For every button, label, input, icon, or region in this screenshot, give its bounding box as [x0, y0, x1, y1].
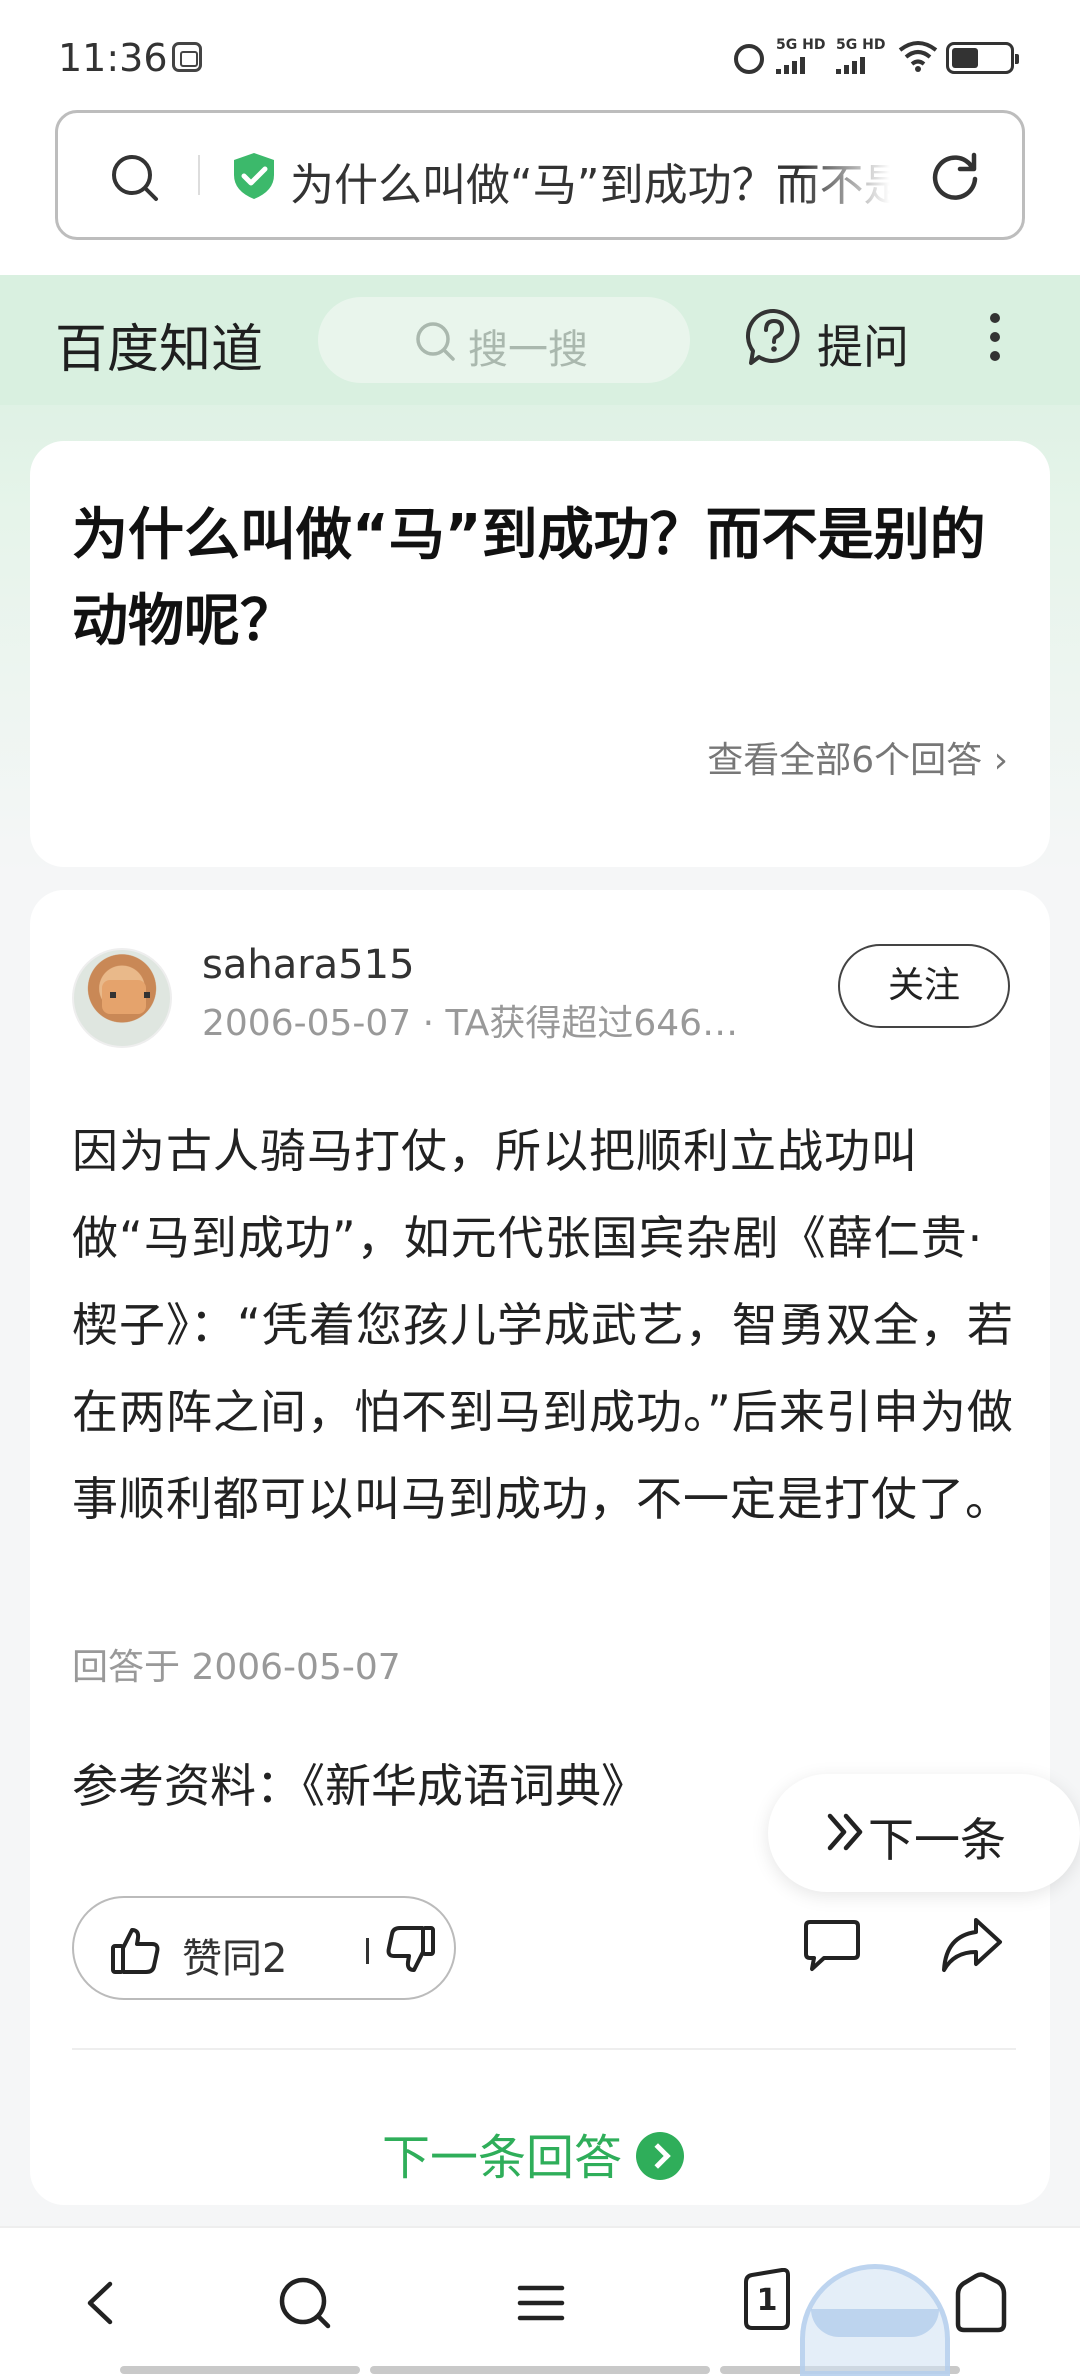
refresh-icon[interactable]	[928, 149, 982, 203]
avatar[interactable]	[72, 948, 172, 1048]
vote-control: 赞同2	[72, 1896, 456, 2000]
alarm-icon	[734, 44, 764, 74]
search-icon	[416, 322, 455, 361]
battery-icon	[946, 42, 1019, 74]
answered-date: 回答于 2006-05-07	[72, 1647, 401, 1688]
search-placeholder: 搜一搜	[468, 327, 588, 373]
search-icon[interactable]	[108, 151, 160, 203]
thumb-up-icon[interactable]	[110, 1924, 162, 1976]
follow-button[interactable]: 关注	[838, 944, 1010, 1028]
vote-count: 赞同2	[182, 1936, 288, 1982]
network-label-2: 5G HD	[836, 37, 886, 53]
double-chevron-icon	[827, 1813, 863, 1851]
back-icon[interactable]	[66, 2268, 136, 2338]
signal-icon: 5G HD	[776, 38, 825, 74]
reference-text: 参考资料：《新华成语词典》	[72, 1759, 647, 1813]
next-answer-label: 下一条回答	[382, 2130, 623, 2186]
gesture-bar	[120, 2366, 360, 2374]
search-icon[interactable]	[270, 2268, 340, 2338]
more-options-icon[interactable]	[984, 313, 1006, 369]
answer-username[interactable]: sahara515	[202, 942, 415, 988]
status-bar: 11:36 5G HD 5G HD	[0, 0, 1080, 105]
shield-check-icon	[234, 153, 274, 199]
arrow-right-icon	[636, 2132, 685, 2180]
gesture-bar	[370, 2366, 710, 2374]
ask-label: 提问	[817, 320, 909, 374]
url-title[interactable]: 为什么叫做“马”到成功？而不是别的动物呢？	[290, 149, 890, 213]
divider	[72, 2048, 1016, 2050]
answer-card: sahara515 2006-05-07 · TA获得超过646… 关注 因为古…	[30, 890, 1080, 2205]
home-icon[interactable]	[946, 2268, 1016, 2338]
answer-body: 因为古人骑马打仗，所以把顺利立战功叫做“马到成功”，如元代张国宾杂剧《薛仁贵·楔…	[72, 1124, 1014, 1526]
question-icon	[745, 308, 800, 365]
status-time: 11:36	[58, 36, 168, 80]
thumb-down-icon[interactable]	[384, 1924, 436, 1976]
ask-question-button[interactable]: 提问	[745, 303, 925, 375]
next-item-label: 下一条	[868, 1813, 1006, 1867]
divider	[198, 155, 200, 195]
next-answer-link[interactable]: 下一条回答	[382, 2118, 685, 2188]
vote-divider	[366, 1938, 369, 1964]
site-search-input[interactable]: 搜一搜	[318, 297, 690, 383]
answer-meta: 2006-05-07 · TA获得超过646…	[202, 1003, 739, 1044]
signal-icon-2: 5G HD	[836, 38, 885, 74]
view-all-answers-link[interactable]: 查看全部6个回答 ›	[707, 731, 1008, 783]
network-label-1: 5G HD	[776, 37, 826, 53]
comment-icon[interactable]	[802, 1918, 862, 1974]
question-title: 为什么叫做“马”到成功？而不是别的动物呢？	[72, 503, 986, 654]
app-icon	[172, 42, 202, 72]
share-icon[interactable]	[940, 1914, 1004, 1976]
next-item-floating-button[interactable]: 下一条	[768, 1774, 1080, 1892]
browser-toolbar: 为什么叫做“马”到成功？而不是别的动物呢？	[0, 105, 1080, 275]
site-header: 百度知道 搜一搜 提问	[0, 275, 1080, 405]
site-logo[interactable]: 百度知道	[55, 307, 263, 382]
tabs-button[interactable]: 1	[740, 2268, 810, 2338]
menu-icon[interactable]	[506, 2268, 576, 2338]
question-card: 为什么叫做“马”到成功？而不是别的动物呢？ 查看全部6个回答 ›	[30, 441, 1050, 867]
tab-count: 1	[756, 2283, 778, 2318]
address-bar[interactable]: 为什么叫做“马”到成功？而不是别的动物呢？	[55, 110, 1025, 240]
wifi-icon	[898, 41, 938, 72]
